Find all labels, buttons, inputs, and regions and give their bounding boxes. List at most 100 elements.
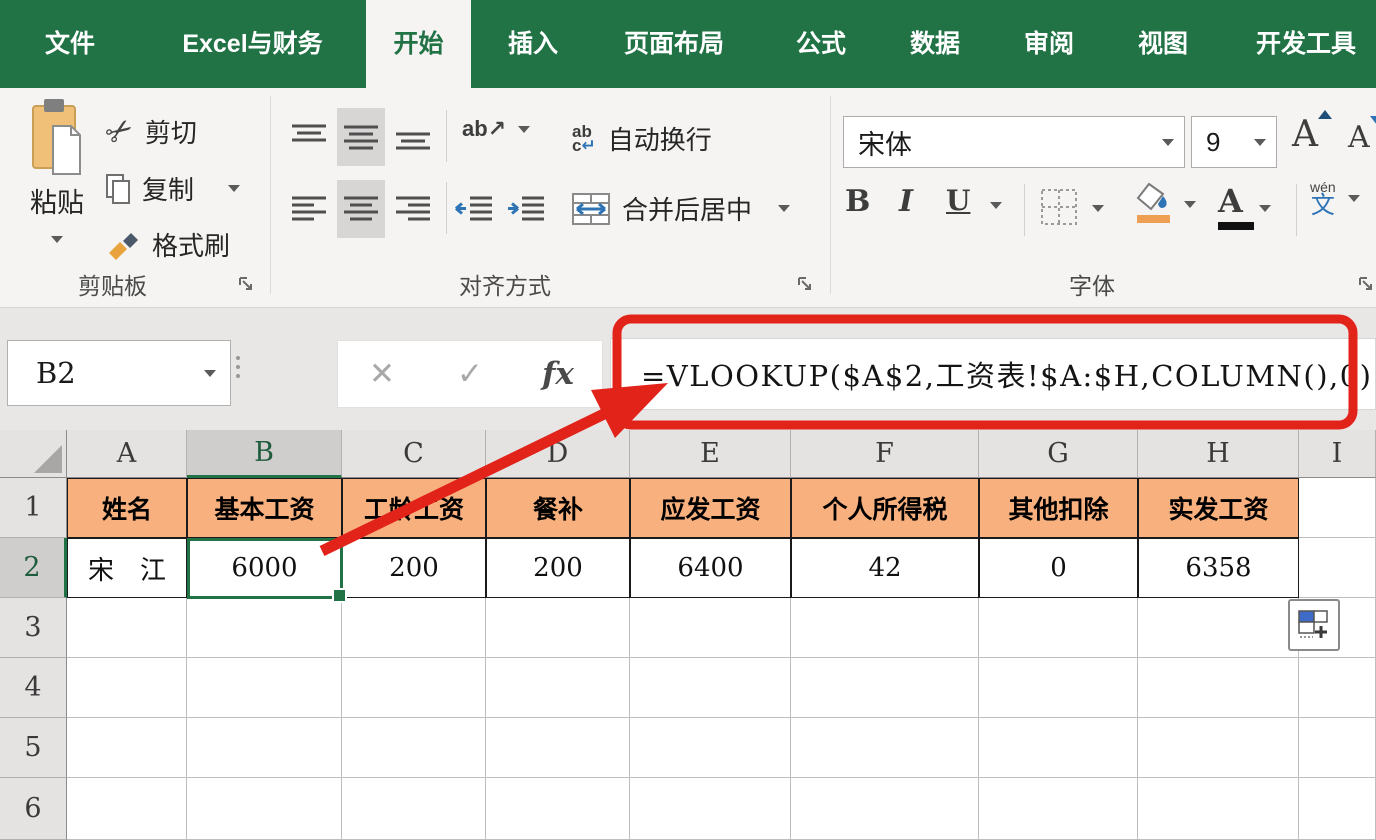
cell-B1[interactable]: 基本工资 [187,478,342,538]
paste-dropdown-caret[interactable] [51,236,63,243]
borders-button[interactable] [1040,188,1104,226]
cell[interactable] [67,598,187,658]
cell[interactable] [486,598,630,658]
row-header-1[interactable]: 1 [0,478,67,538]
cell[interactable] [342,658,486,718]
cancel-icon[interactable]: ✕ [338,356,426,392]
cell-H1[interactable]: 实发工资 [1138,478,1299,538]
font-dialog-launcher-icon[interactable] [1358,276,1374,297]
italic-button[interactable]: I [899,184,913,219]
cell[interactable] [187,718,342,778]
align-right-button[interactable] [389,180,437,238]
merge-center-button[interactable]: 合并后居中 [572,190,790,227]
copy-button[interactable]: 复制 [106,170,240,207]
insert-function-icon[interactable]: fx [514,356,602,392]
select-all-corner[interactable] [0,430,67,478]
cell-B2[interactable]: 6000 [187,538,342,598]
tab-insert[interactable]: 插入 [494,0,572,88]
align-top-button[interactable] [285,108,333,166]
alignment-dialog-launcher-icon[interactable] [797,276,813,297]
cell-C2[interactable]: 200 [342,538,486,598]
cell[interactable] [486,658,630,718]
align-bottom-button[interactable] [389,108,437,166]
wrap-text-button[interactable]: ab c↵ 自动换行 [572,120,712,157]
font-size-caret[interactable] [1254,139,1266,146]
cell[interactable] [630,658,791,718]
cell[interactable] [979,718,1138,778]
font-name-combo[interactable]: 宋体 [843,116,1185,168]
cell[interactable] [486,778,630,840]
enter-icon[interactable]: ✓ [426,356,514,392]
row-header-5[interactable]: 5 [0,718,67,778]
phonetic-dropdown-caret[interactable] [1348,195,1360,202]
cell[interactable] [67,778,187,840]
cell-E1[interactable]: 应发工资 [630,478,791,538]
row-header-3[interactable]: 3 [0,598,67,658]
cell[interactable] [630,778,791,840]
cut-button[interactable]: ✂ 剪切 [106,112,197,150]
merge-dropdown-caret[interactable] [778,205,790,212]
column-header-G[interactable]: G [979,430,1138,478]
font-color-dropdown-caret[interactable] [1259,205,1271,212]
cell-C1[interactable]: 工龄工资 [342,478,486,538]
cell-A2[interactable]: 宋 江 [67,538,187,598]
name-box-caret[interactable] [204,370,216,377]
cell[interactable] [67,658,187,718]
cell[interactable] [67,718,187,778]
cell[interactable] [791,658,979,718]
cell[interactable] [791,778,979,840]
font-name-caret[interactable] [1162,139,1174,146]
shrink-font-button[interactable]: A [1348,120,1370,155]
column-header-E[interactable]: E [630,430,791,478]
cell-G1[interactable]: 其他扣除 [979,478,1138,538]
cell-E2[interactable]: 6400 [630,538,791,598]
cell[interactable] [979,658,1138,718]
cell-I1[interactable] [1299,478,1376,538]
cell[interactable] [1299,718,1376,778]
fill-color-dropdown-caret[interactable] [1184,201,1196,208]
tab-developer[interactable]: 开发工具 [1236,0,1376,88]
borders-dropdown-caret[interactable] [1092,205,1104,212]
cell-A1[interactable]: 姓名 [67,478,187,538]
tab-excel-finance[interactable]: Excel与财务 [160,0,345,88]
cell-F1[interactable]: 个人所得税 [791,478,979,538]
column-header-C[interactable]: C [342,430,486,478]
cell[interactable] [342,718,486,778]
row-header-6[interactable]: 6 [0,778,67,840]
underline-dropdown-caret[interactable] [990,202,1002,209]
cell[interactable] [791,718,979,778]
font-color-button[interactable]: A [1218,182,1271,230]
name-box[interactable]: B2 [7,340,231,406]
column-header-B[interactable]: B [187,430,342,478]
cell[interactable] [1138,598,1299,658]
cell[interactable] [342,778,486,840]
cell[interactable] [630,598,791,658]
tab-data[interactable]: 数据 [896,0,974,88]
cell[interactable] [1138,778,1299,840]
column-header-F[interactable]: F [791,430,979,478]
orientation-dropdown-caret[interactable] [518,126,530,133]
cell[interactable] [1299,778,1376,840]
tab-review[interactable]: 审阅 [1010,0,1088,88]
cell[interactable] [1138,718,1299,778]
cell[interactable] [342,598,486,658]
fill-options-button[interactable] [1288,599,1340,651]
column-header-A[interactable]: A [67,430,187,478]
font-size-combo[interactable]: 9 [1191,116,1277,168]
cell-I2[interactable] [1299,538,1376,598]
align-middle-button[interactable] [337,108,385,166]
cell[interactable] [630,718,791,778]
cell-D2[interactable]: 200 [486,538,630,598]
paste-button[interactable]: 粘贴 [14,98,100,268]
clipboard-dialog-launcher-icon[interactable] [238,276,254,297]
column-header-D[interactable]: D [486,430,630,478]
cell[interactable] [979,778,1138,840]
tab-view[interactable]: 视图 [1124,0,1202,88]
cell-G2[interactable]: 0 [979,538,1138,598]
tab-page-layout[interactable]: 页面布局 [604,0,744,88]
format-painter-button[interactable]: 格式刷 [106,226,230,263]
tab-formulas[interactable]: 公式 [782,0,860,88]
formula-input[interactable]: =VLOOKUP($A$2,工资表!$A:$H,COLUMN(),0) [610,338,1376,410]
phonetic-guide-button[interactable]: wén 文 [1310,180,1360,218]
bold-button[interactable]: B [845,184,870,219]
